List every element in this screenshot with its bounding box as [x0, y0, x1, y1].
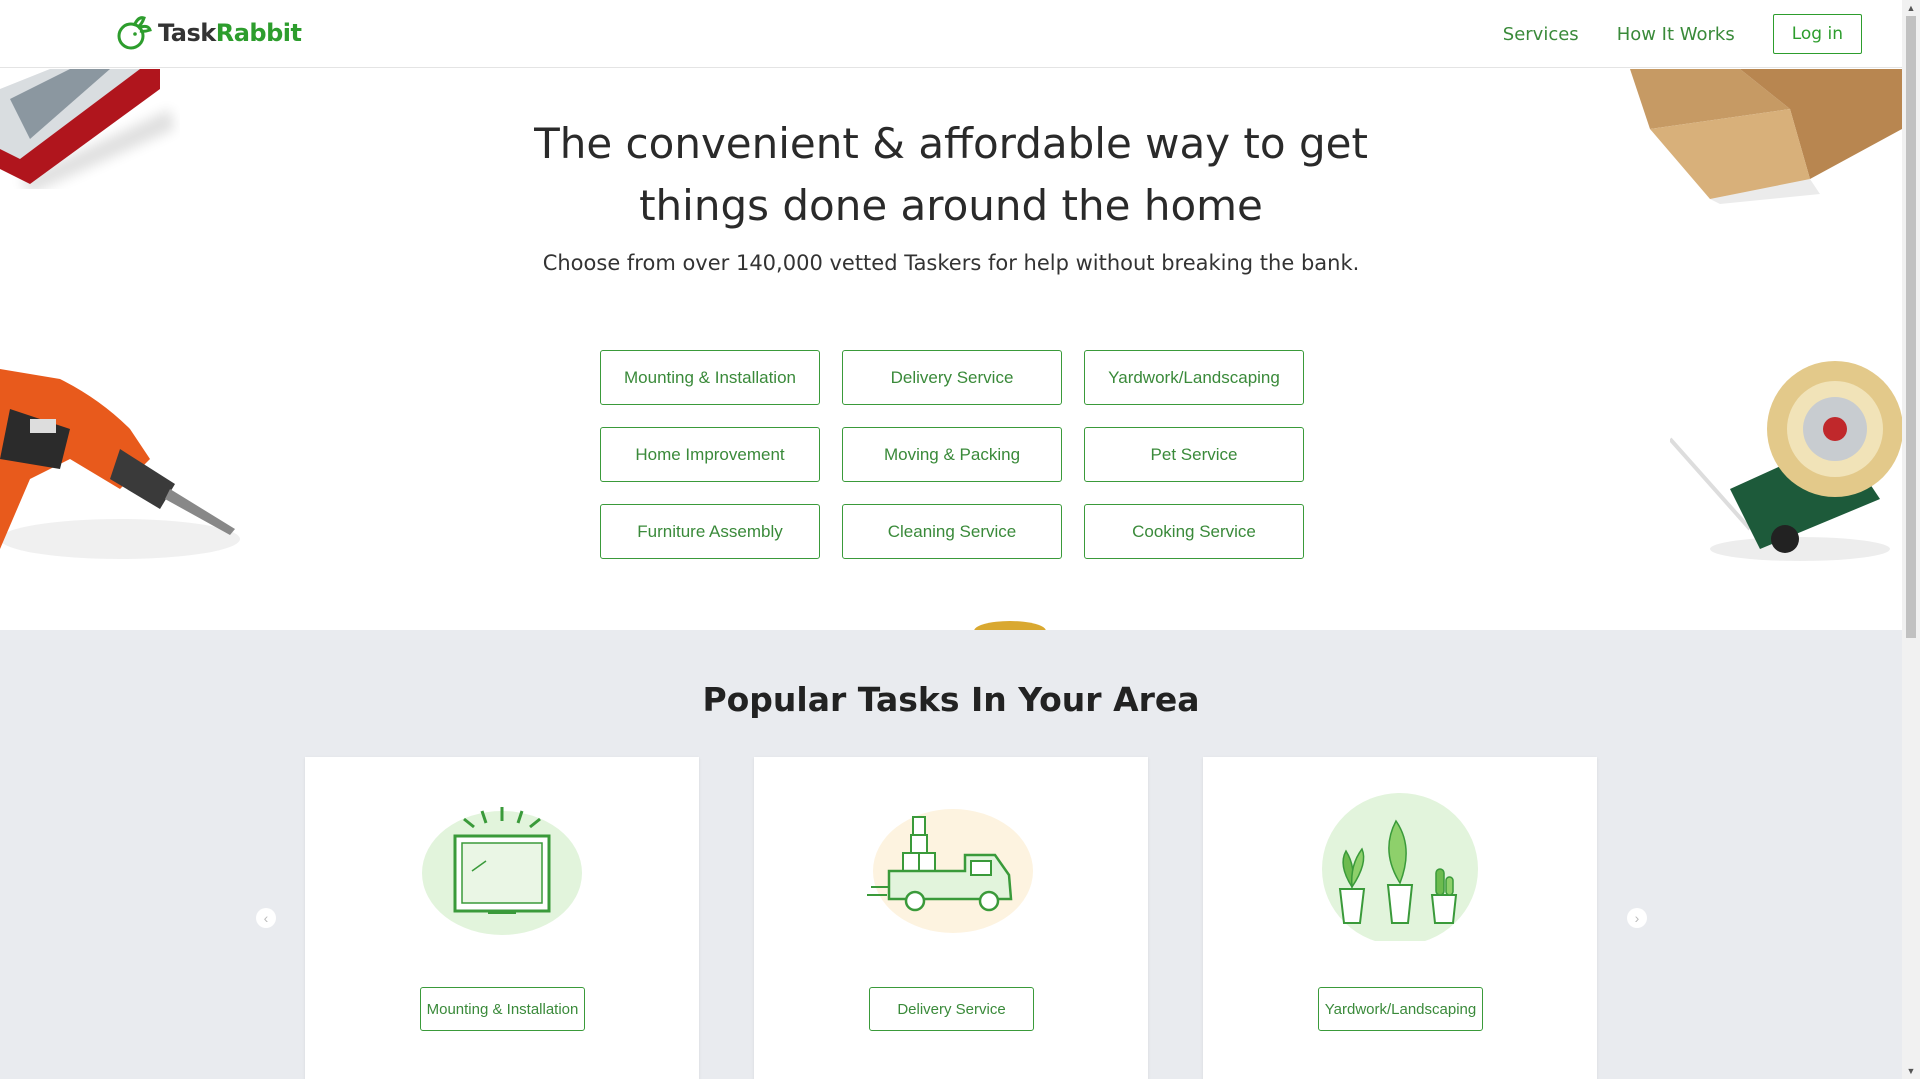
- service-cooking-button[interactable]: Cooking Service: [1084, 504, 1304, 559]
- scroll-down-arrow-icon[interactable]: ▼: [1902, 1063, 1920, 1079]
- service-pet-button[interactable]: Pet Service: [1084, 427, 1304, 482]
- carousel-prev-arrow[interactable]: ‹: [256, 908, 276, 928]
- scrollbar-thumb[interactable]: [1906, 16, 1916, 638]
- task-card-mounting-button[interactable]: Mounting & Installation: [420, 987, 585, 1031]
- scroll-up-arrow-icon[interactable]: ▲: [1902, 0, 1920, 16]
- service-buttons-grid: Mounting & Installation Delivery Service…: [600, 350, 1304, 559]
- login-button[interactable]: Log in: [1772, 14, 1862, 54]
- potted-plants-icon: [1322, 793, 1478, 941]
- service-delivery-button[interactable]: Delivery Service: [842, 350, 1062, 405]
- service-cleaning-button[interactable]: Cleaning Service: [842, 504, 1062, 559]
- task-card-delivery[interactable]: Delivery Service: [754, 757, 1148, 1079]
- popular-tasks-title: Popular Tasks In Your Area: [702, 680, 1200, 719]
- taskrabbit-logo[interactable]: TaskRabbit: [114, 14, 302, 52]
- hero-title-line2: things done around the home: [639, 181, 1263, 230]
- service-home-improvement-button[interactable]: Home Improvement: [600, 427, 820, 482]
- task-card-mounting[interactable]: Mounting & Installation: [305, 757, 699, 1079]
- nav-how-it-works-link[interactable]: How It Works: [1617, 24, 1735, 45]
- hero-title-line1: The convenient & affordable way to get: [534, 119, 1368, 168]
- nav-services-link[interactable]: Services: [1503, 24, 1579, 45]
- carousel-next-arrow[interactable]: ›: [1627, 908, 1647, 928]
- logo-text-task: Task: [158, 19, 216, 47]
- service-yardwork-button[interactable]: Yardwork/Landscaping: [1084, 350, 1304, 405]
- page-scrollbar[interactable]: ▲ ▼: [1902, 0, 1920, 1079]
- main-nav: Services How It Works Log in: [1503, 14, 1862, 54]
- yellow-object-image: [974, 621, 1046, 630]
- hero-title: The convenient & affordable way to get t…: [0, 113, 1902, 237]
- service-furniture-assembly-button[interactable]: Furniture Assembly: [600, 504, 820, 559]
- hero-subtitle: Choose from over 140,000 vetted Taskers …: [542, 251, 1360, 275]
- tv-mount-icon: [422, 807, 582, 935]
- rabbit-logo-icon: [117, 16, 152, 50]
- hero-section: The convenient & affordable way to get t…: [0, 69, 1902, 630]
- popular-tasks-section: Popular Tasks In Your Area ‹ › Mounting …: [0, 630, 1902, 1079]
- delivery-truck-icon: [867, 809, 1033, 933]
- power-drill-image: [0, 369, 240, 559]
- tape-dispenser-image: [1670, 361, 1902, 561]
- task-card-yardwork[interactable]: Yardwork/Landscaping: [1203, 757, 1597, 1079]
- task-card-delivery-button[interactable]: Delivery Service: [869, 987, 1034, 1031]
- service-mounting-installation-button[interactable]: Mounting & Installation: [600, 350, 820, 405]
- logo-text-rabbit: Rabbit: [215, 19, 302, 47]
- site-header: TaskRabbit Services How It Works Log in: [0, 0, 1902, 68]
- service-moving-packing-button[interactable]: Moving & Packing: [842, 427, 1062, 482]
- task-card-yardwork-button[interactable]: Yardwork/Landscaping: [1318, 987, 1483, 1031]
